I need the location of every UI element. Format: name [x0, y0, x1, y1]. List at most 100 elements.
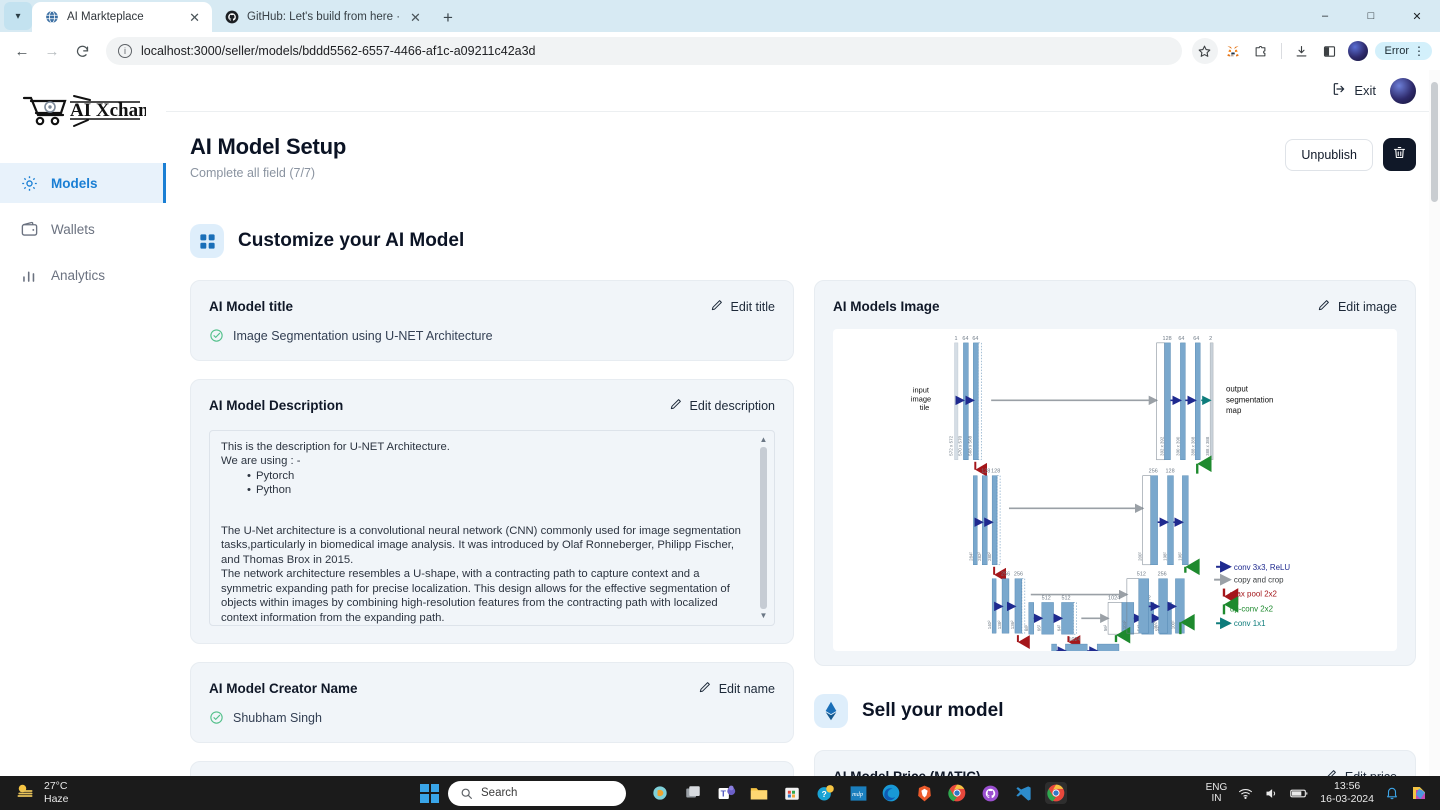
- browser-tab-1[interactable]: AI Markteplace ✕: [32, 2, 212, 32]
- exit-button[interactable]: Exit: [1331, 81, 1376, 100]
- check-circle-icon: [209, 328, 224, 343]
- delete-model-button[interactable]: [1383, 138, 1416, 171]
- sidebar-item-models[interactable]: Models: [0, 163, 166, 203]
- clock[interactable]: 13:56 16-03-2024: [1320, 780, 1374, 805]
- teams-icon[interactable]: T: [715, 782, 737, 804]
- metamask-icon[interactable]: [1220, 38, 1246, 64]
- search-placeholder: Search: [481, 787, 518, 799]
- battery-icon[interactable]: [1290, 787, 1309, 800]
- close-window-button[interactable]: ✕: [1394, 0, 1440, 32]
- bookmark-star-icon[interactable]: [1191, 38, 1218, 64]
- svg-text:256: 256: [1001, 572, 1010, 578]
- browser-toolbar: ← → i localhost:3000/seller/models/bddd5…: [0, 32, 1440, 70]
- language-indicator[interactable]: ENG IN: [1206, 782, 1228, 805]
- svg-text:388 x 388: 388 x 388: [1205, 436, 1210, 456]
- brave-icon[interactable]: [913, 782, 935, 804]
- card-label: AI Model Price (MATIC): [833, 769, 981, 776]
- pencil-icon: [698, 680, 712, 697]
- help-icon[interactable]: ?: [814, 782, 836, 804]
- app-logo[interactable]: AI Xchange: [0, 84, 167, 163]
- sidebar-item-label: Analytics: [51, 267, 106, 283]
- svg-text:256: 256: [1149, 469, 1158, 475]
- edit-name-button[interactable]: Edit name: [698, 680, 775, 697]
- model-creator-card: AI Model Creator Name Edit name Shubham …: [190, 662, 794, 743]
- screen: ▾ AI Markteplace ✕ GitHub: Let's build f…: [0, 0, 1440, 810]
- reload-icon[interactable]: [68, 37, 96, 65]
- clock-time: 13:56: [1334, 780, 1361, 793]
- svg-text:1024: 1024: [1108, 595, 1120, 601]
- split-screen-icon[interactable]: [1317, 38, 1343, 64]
- extensions-icon[interactable]: [1248, 38, 1274, 64]
- svg-text:282²: 282²: [977, 552, 982, 561]
- browser-menu-icon[interactable]: ⋮: [1413, 45, 1425, 57]
- sidebar-item-analytics[interactable]: Analytics: [0, 255, 166, 295]
- windows-icon[interactable]: [420, 783, 439, 803]
- task-view-icon[interactable]: [682, 782, 704, 804]
- error-menu-badge[interactable]: Error ⋮: [1374, 42, 1432, 60]
- scroll-down-icon[interactable]: ▼: [760, 612, 768, 620]
- app-icon[interactable]: [1410, 784, 1428, 802]
- mdp-icon[interactable]: mdp: [847, 782, 869, 804]
- scrollbar-thumb[interactable]: [760, 447, 767, 609]
- svg-text:image: image: [911, 394, 931, 403]
- github-icon[interactable]: [979, 782, 1001, 804]
- vscode-icon[interactable]: [1012, 782, 1034, 804]
- svg-text:568 x 568: 568 x 568: [967, 435, 972, 455]
- svg-text:128: 128: [981, 469, 990, 475]
- copilot-icon[interactable]: [649, 782, 671, 804]
- description-scroll-box[interactable]: This is the description for U-NET Archit…: [209, 430, 775, 626]
- back-icon[interactable]: ←: [8, 37, 36, 65]
- site-info-icon[interactable]: i: [118, 44, 132, 58]
- svg-text:tile: tile: [920, 403, 930, 412]
- browser-tab-2[interactable]: GitHub: Let's build from here · ✕: [212, 2, 433, 32]
- profile-avatar-icon[interactable]: [1345, 38, 1371, 64]
- minimize-button[interactable]: –: [1302, 0, 1348, 32]
- pencil-icon: [710, 298, 724, 315]
- maximize-button[interactable]: □: [1348, 0, 1394, 32]
- page-scrollbar[interactable]: [1429, 70, 1440, 776]
- svg-text:conv 1x1: conv 1x1: [1234, 619, 1266, 628]
- svg-text:32²: 32²: [1047, 650, 1052, 651]
- wifi-icon[interactable]: [1238, 786, 1253, 801]
- unet-legend: conv 3x3, ReLU copy and crop max pool 2x…: [1214, 560, 1290, 630]
- github-icon: [224, 10, 239, 25]
- sidebar-item-wallets[interactable]: Wallets: [0, 209, 166, 249]
- svg-text:512: 512: [1137, 572, 1146, 578]
- svg-text:2: 2: [1209, 336, 1212, 342]
- svg-text:196²: 196²: [1177, 552, 1182, 561]
- address-bar[interactable]: i localhost:3000/seller/models/bddd5562-…: [106, 37, 1182, 65]
- downloads-icon[interactable]: [1289, 38, 1315, 64]
- page-subtitle: Complete all field (7/7): [190, 166, 316, 180]
- svg-text:256: 256: [1014, 572, 1023, 578]
- page-actions: Unpublish: [1285, 134, 1416, 171]
- edge-icon[interactable]: [880, 782, 902, 804]
- unpublish-button[interactable]: Unpublish: [1285, 138, 1373, 171]
- avatar[interactable]: [1390, 77, 1416, 104]
- search-icon: [461, 788, 472, 799]
- volume-icon[interactable]: [1264, 786, 1279, 801]
- svg-text:56²: 56²: [1103, 624, 1108, 631]
- chrome-active-icon[interactable]: [1045, 782, 1067, 804]
- forward-icon[interactable]: →: [38, 37, 66, 65]
- tab-search-chevron-down-icon[interactable]: ▾: [4, 2, 32, 30]
- store-icon[interactable]: [781, 782, 803, 804]
- close-icon[interactable]: ✕: [187, 11, 202, 24]
- edit-description-button[interactable]: Edit description: [669, 397, 775, 414]
- svg-text:572 x 572: 572 x 572: [949, 435, 954, 455]
- taskbar-apps: T ? mdp: [649, 782, 1067, 804]
- scroll-up-icon[interactable]: ▲: [760, 436, 768, 444]
- file-explorer-icon[interactable]: [748, 782, 770, 804]
- bell-icon[interactable]: [1385, 786, 1399, 800]
- edit-title-button[interactable]: Edit title: [710, 298, 775, 315]
- edit-image-button[interactable]: Edit image: [1317, 298, 1397, 315]
- svg-text:280²: 280²: [987, 552, 992, 561]
- weather-widget[interactable]: 27°C Haze: [0, 780, 300, 806]
- tab-title: AI Markteplace: [67, 11, 144, 23]
- search-input[interactable]: Search: [448, 780, 626, 806]
- chrome-icon[interactable]: [946, 782, 968, 804]
- close-icon[interactable]: ✕: [408, 11, 423, 24]
- description-scrollbar[interactable]: ▲ ▼: [758, 436, 769, 620]
- new-tab-button[interactable]: +: [443, 8, 453, 28]
- edit-price-button[interactable]: Edit price: [1324, 768, 1397, 776]
